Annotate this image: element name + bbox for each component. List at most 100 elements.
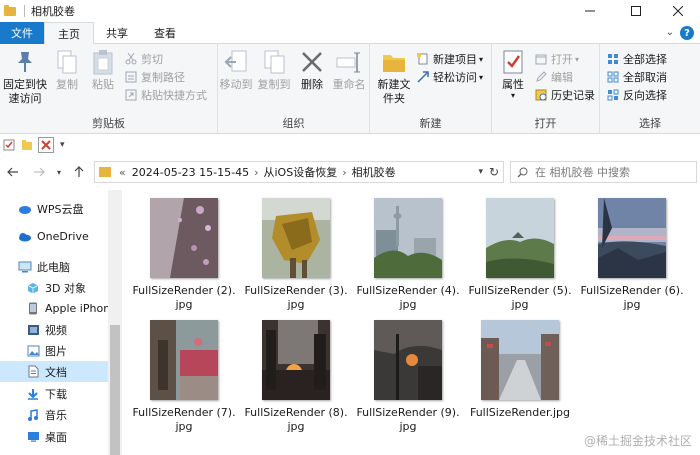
image-thumbnail (598, 198, 666, 278)
delete-quick-icon[interactable] (38, 137, 54, 153)
address-dropdown-icon[interactable]: ▾ (478, 167, 483, 177)
file-item[interactable]: FullSizeRender (8).jpg (242, 320, 350, 438)
navigation-pane: WPS云盘 OneDrive 此电脑 3D 对象 Apple iPhone 视频… (0, 190, 122, 455)
new-item-icon (416, 52, 430, 66)
edit-button[interactable]: 编辑 (534, 68, 573, 86)
file-item[interactable]: FullSizeRender (7).jpg (130, 320, 238, 438)
folder-icon (4, 4, 16, 16)
copy-button[interactable]: 复制 (50, 48, 84, 92)
nav-item-this-pc[interactable]: 此电脑 (0, 256, 108, 277)
easy-access-button[interactable]: 轻松访问 ▾ (416, 68, 483, 86)
nav-item-videos[interactable]: 视频 (0, 319, 108, 340)
path-separator-icon[interactable]: › (342, 166, 346, 179)
tab-file[interactable]: 文件 (0, 22, 44, 44)
file-name: FullSizeRender (8).jpg (244, 406, 348, 433)
move-to-button[interactable]: 移动到 (218, 48, 254, 92)
invert-selection-label: 反向选择 (623, 89, 667, 102)
customize-toolbar-icon[interactable]: ▾ (60, 140, 65, 150)
nav-item-label: 此电脑 (37, 260, 70, 274)
nav-item-wps-cloud[interactable]: WPS云盘 (0, 198, 108, 219)
nav-item-label: 视频 (45, 323, 67, 337)
file-item[interactable]: FullSizeRender (2).jpg (130, 198, 238, 316)
new-item-label: 新建项目 (433, 53, 477, 66)
nav-item-downloads[interactable]: 下载 (0, 383, 108, 404)
image-thumbnail (262, 320, 330, 400)
paste-shortcut-button[interactable]: 粘贴快捷方式 (124, 86, 207, 104)
properties-quick-icon[interactable] (2, 138, 16, 152)
nav-item-desktop[interactable]: 桌面 (0, 426, 108, 447)
nav-scrollbar-thumb[interactable] (110, 325, 120, 455)
delete-button[interactable]: 删除 (296, 48, 328, 92)
path-separator-icon[interactable]: › (254, 166, 258, 179)
history-label: 历史记录 (551, 89, 595, 102)
edit-icon (534, 70, 548, 84)
tab-share[interactable]: 共享 (94, 22, 140, 44)
file-item[interactable]: FullSizeRender (9).jpg (354, 320, 462, 438)
copy-path-button[interactable]: 复制路径 (124, 68, 185, 86)
help-icon[interactable]: ? (680, 26, 694, 40)
path-segment-ios-recovery[interactable]: 从iOS设备恢复 (264, 164, 338, 180)
copy-path-icon (124, 70, 138, 84)
copy-to-button[interactable]: 复制到 (256, 48, 292, 92)
tab-view[interactable]: 查看 (140, 22, 190, 44)
open-button[interactable]: 打开 ▾ (534, 50, 579, 68)
chevron-down-icon[interactable]: ⌄ (666, 27, 674, 38)
path-segment-date[interactable]: 2024-05-23 15-15-45 (132, 166, 249, 179)
new-folder-button[interactable]: 新建文件夹 (374, 48, 414, 106)
up-button[interactable] (70, 162, 88, 182)
new-item-button[interactable]: 新建项目 ▾ (416, 50, 483, 68)
folder-icon (99, 167, 111, 177)
onedrive-icon (18, 230, 32, 244)
path-overflow-icon[interactable]: « (119, 166, 126, 179)
image-thumbnail (150, 198, 218, 278)
file-item[interactable]: FullSizeRender.jpg (466, 320, 574, 438)
file-name: FullSizeRender.jpg (469, 406, 571, 419)
delete-label: 删除 (301, 78, 323, 91)
file-name: FullSizeRender (2).jpg (132, 284, 236, 311)
file-name: FullSizeRender (9).jpg (356, 406, 460, 433)
clipboard-group: 固定到快速访问 复制 粘贴 剪切 复制路径 粘贴快捷方式 剪贴板 (0, 44, 218, 134)
address-bar[interactable]: « 2024-05-23 15-15-45 › 从iOS设备恢复 › 相机胶卷 … (94, 161, 504, 183)
new-folder-quick-icon[interactable] (20, 138, 34, 152)
nav-item-3d-objects[interactable]: 3D 对象 (0, 277, 108, 298)
cut-button[interactable]: 剪切 (124, 50, 163, 68)
close-button[interactable] (656, 0, 700, 22)
file-item[interactable]: FullSizeRender (4).jpg (354, 198, 462, 316)
dropdown-arrow-icon: ▾ (575, 54, 580, 64)
title-separator (24, 5, 25, 17)
invert-selection-button[interactable]: 反向选择 (606, 86, 667, 104)
select-none-button[interactable]: 全部取消 (606, 68, 667, 86)
watermark: @稀土掘金技术社区 (583, 434, 692, 448)
copy-icon (53, 48, 81, 76)
forward-button[interactable] (30, 162, 48, 182)
select-all-button[interactable]: 全部选择 (606, 50, 667, 68)
nav-item-documents[interactable]: 文档 (0, 361, 108, 382)
history-icon (534, 88, 548, 102)
clipboard-group-label: 剪贴板 (92, 117, 125, 130)
path-segment-camera-roll[interactable]: 相机胶卷 (352, 164, 396, 180)
rename-button[interactable]: 重命名 (330, 48, 368, 92)
refresh-icon[interactable]: ↻ (489, 165, 499, 179)
nav-item-apple-iphone[interactable]: Apple iPhone (0, 298, 108, 319)
invert-selection-icon (606, 88, 620, 102)
minimize-button[interactable] (568, 0, 612, 22)
search-icon (517, 166, 529, 178)
file-item[interactable]: FullSizeRender (5).jpg (466, 198, 574, 316)
recent-locations-button[interactable]: ▾ (50, 162, 68, 182)
maximize-button[interactable] (614, 0, 658, 22)
file-item[interactable]: FullSizeRender (3).jpg (242, 198, 350, 316)
pin-quick-access-button[interactable]: 固定到快速访问 (2, 48, 48, 106)
nav-item-music[interactable]: 音乐 (0, 404, 108, 425)
properties-button[interactable]: 属性 ▾ (496, 48, 530, 100)
file-name: FullSizeRender (6).jpg (580, 284, 684, 311)
file-item[interactable]: FullSizeRender (6).jpg (578, 198, 686, 316)
tab-home[interactable]: 主页 (44, 22, 94, 45)
paste-button[interactable]: 粘贴 (86, 48, 120, 92)
back-button[interactable] (4, 162, 22, 182)
history-button[interactable]: 历史记录 (534, 86, 595, 104)
nav-item-pictures[interactable]: 图片 (0, 340, 108, 361)
picture-icon (26, 344, 40, 358)
cloud-icon (18, 202, 32, 216)
nav-item-onedrive[interactable]: OneDrive (0, 226, 108, 247)
search-box[interactable]: 在 相机胶卷 中搜索 (510, 161, 697, 183)
